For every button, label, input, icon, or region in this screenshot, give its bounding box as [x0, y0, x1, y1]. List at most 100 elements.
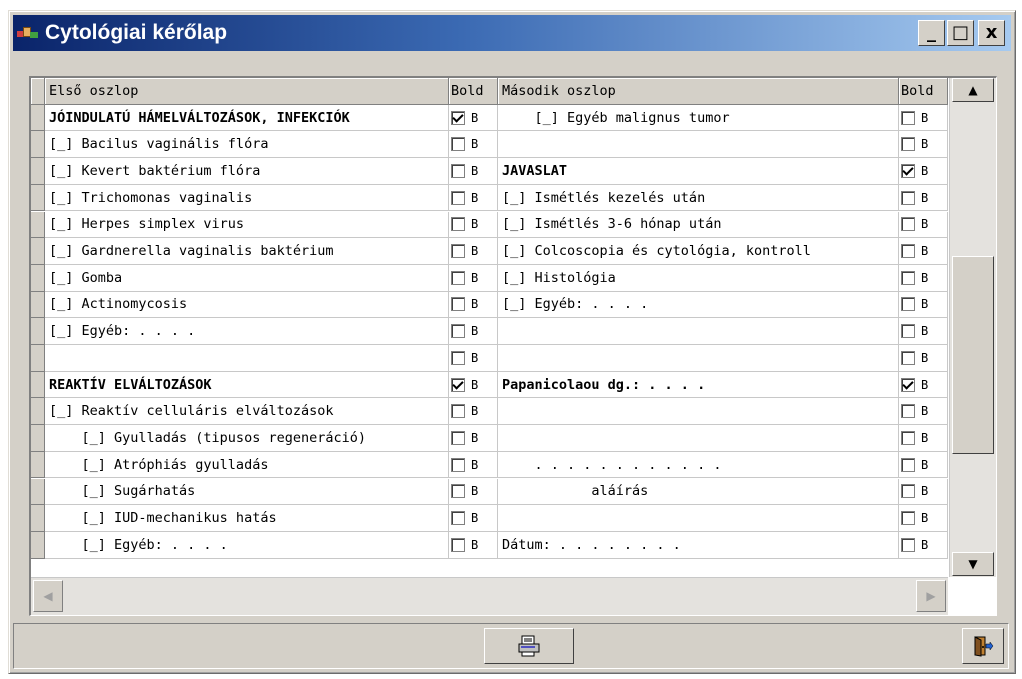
- bold-cell-first[interactable]: B: [449, 264, 498, 292]
- bold-checkbox[interactable]: [901, 163, 915, 178]
- first-column-cell[interactable]: [_] Actinomycosis: [45, 291, 449, 319]
- table-row[interactable]: [_] Atróphiás gyulladás B . . . . . . . .…: [31, 451, 948, 479]
- table-row[interactable]: [_] Sugárhatás B aláírás B: [31, 478, 948, 506]
- bold-cell-first[interactable]: B: [449, 398, 498, 426]
- row-indicator[interactable]: [31, 318, 45, 345]
- bold-checkbox[interactable]: [901, 244, 915, 259]
- row-indicator[interactable]: [31, 291, 45, 319]
- first-column-cell[interactable]: [_] Bacilus vaginális flóra: [45, 131, 449, 159]
- bold-cell-first[interactable]: B: [449, 478, 498, 506]
- table-row[interactable]: [_] Trichomonas vaginalis B [_] Ismétlés k…: [31, 184, 948, 212]
- column-header-first[interactable]: Első oszlop: [45, 78, 449, 105]
- row-indicator[interactable]: [31, 264, 45, 292]
- bold-cell-second[interactable]: B: [899, 291, 948, 319]
- bold-checkbox[interactable]: [901, 537, 915, 552]
- left-arrow-icon[interactable]: ◀: [33, 580, 63, 612]
- bold-cell-first[interactable]: B: [449, 238, 498, 265]
- second-column-cell[interactable]: [498, 318, 899, 345]
- first-column-cell[interactable]: JÓINDULATÚ HÁMELVÁLTOZÁSOK, INFEKCIÓK: [45, 104, 449, 132]
- bold-cell-second[interactable]: B: [899, 478, 948, 506]
- down-arrow-icon[interactable]: ▼: [952, 552, 994, 576]
- bold-checkbox[interactable]: [901, 190, 915, 205]
- row-indicator[interactable]: [31, 131, 45, 159]
- close-button[interactable]: x: [978, 20, 1005, 46]
- column-header-second[interactable]: Második oszlop: [498, 78, 899, 105]
- bold-checkbox[interactable]: [451, 324, 465, 339]
- bold-cell-second[interactable]: B: [899, 211, 948, 239]
- table-row[interactable]: [_] Herpes simplex virus B [_] Ismétlés 3-…: [31, 211, 948, 239]
- table-row[interactable]: [_] Reaktív celluláris elváltozások B B: [31, 398, 948, 426]
- first-column-cell[interactable]: [_] IUD-mechanikus hatás: [45, 505, 449, 532]
- bold-cell-second[interactable]: B: [899, 238, 948, 265]
- second-column-cell[interactable]: [498, 398, 899, 426]
- title-bar[interactable]: Cytológiai kérőlap _ □ x: [13, 15, 1011, 51]
- second-column-cell[interactable]: [_] Histológia: [498, 264, 899, 292]
- bold-checkbox[interactable]: [451, 404, 465, 419]
- row-indicator[interactable]: [31, 184, 45, 212]
- first-column-cell[interactable]: [_] Egyéb: . . . .: [45, 531, 449, 559]
- row-indicator[interactable]: [31, 345, 45, 372]
- second-column-cell[interactable]: JAVASLAT: [498, 158, 899, 185]
- maximize-button[interactable]: □: [947, 20, 974, 46]
- exit-button[interactable]: [962, 628, 1004, 664]
- bold-cell-first[interactable]: B: [449, 505, 498, 532]
- bold-cell-first[interactable]: B: [449, 184, 498, 212]
- bold-checkbox[interactable]: [901, 110, 915, 125]
- first-column-cell[interactable]: [_] Gomba: [45, 264, 449, 292]
- row-indicator[interactable]: [31, 505, 45, 532]
- bold-checkbox[interactable]: [901, 350, 915, 365]
- table-row[interactable]: [_] Egyéb: . . . . B B: [31, 318, 948, 345]
- bold-checkbox[interactable]: [451, 350, 465, 365]
- bold-checkbox[interactable]: [451, 217, 465, 232]
- bold-cell-second[interactable]: B: [899, 531, 948, 559]
- bold-checkbox[interactable]: [901, 511, 915, 526]
- bold-cell-second[interactable]: B: [899, 158, 948, 185]
- up-arrow-icon[interactable]: ▲: [952, 78, 994, 102]
- table-row[interactable]: [_] Gyulladás (tipusos regeneráció) B B: [31, 425, 948, 452]
- bold-cell-first[interactable]: B: [449, 318, 498, 345]
- table-row[interactable]: BB: [31, 345, 948, 372]
- table-row[interactable]: [_] Kevert baktérium flóra B JAVASLAT B: [31, 158, 948, 185]
- bold-checkbox[interactable]: [451, 110, 465, 125]
- bold-cell-first[interactable]: B: [449, 425, 498, 452]
- row-indicator[interactable]: [31, 238, 45, 265]
- print-button[interactable]: [484, 628, 574, 664]
- table-row[interactable]: [_] Actinomycosis B [_] Egyéb: . . . . B: [31, 291, 948, 319]
- first-column-cell[interactable]: [_] Atróphiás gyulladás: [45, 451, 449, 479]
- first-column-cell[interactable]: [_] Herpes simplex virus: [45, 211, 449, 239]
- second-column-cell[interactable]: [_] Ismétlés 3-6 hónap után: [498, 211, 899, 239]
- first-column-cell[interactable]: [_] Sugárhatás: [45, 478, 449, 506]
- second-column-cell[interactable]: [498, 131, 899, 159]
- bold-cell-second[interactable]: B: [899, 318, 948, 345]
- bold-cell-first[interactable]: B: [449, 104, 498, 132]
- bold-cell-first[interactable]: B: [449, 291, 498, 319]
- row-indicator[interactable]: [31, 451, 45, 479]
- bold-cell-first[interactable]: B: [449, 158, 498, 185]
- column-header-bold-1[interactable]: Bold: [449, 78, 498, 105]
- bold-cell-second[interactable]: B: [899, 398, 948, 426]
- first-column-cell[interactable]: [_] Reaktív celluláris elváltozások: [45, 398, 449, 426]
- second-column-cell[interactable]: [498, 505, 899, 532]
- vertical-scrollbar[interactable]: ▲ ▼: [949, 78, 996, 578]
- bold-cell-second[interactable]: B: [899, 131, 948, 159]
- row-indicator[interactable]: [31, 425, 45, 452]
- bold-cell-second[interactable]: B: [899, 425, 948, 452]
- second-column-cell[interactable]: [498, 425, 899, 452]
- bold-cell-first[interactable]: B: [449, 451, 498, 479]
- row-indicator[interactable]: [31, 158, 45, 185]
- bold-checkbox[interactable]: [451, 457, 465, 472]
- bold-checkbox[interactable]: [451, 244, 465, 259]
- second-column-cell[interactable]: [498, 345, 899, 372]
- bold-cell-second[interactable]: B: [899, 184, 948, 212]
- first-column-cell[interactable]: [45, 345, 449, 372]
- right-arrow-icon[interactable]: ▶: [916, 580, 946, 612]
- second-column-cell[interactable]: Dátum: . . . . . . . .: [498, 531, 899, 559]
- table-row[interactable]: [_] Gardnerella vaginalis baktérium B [_] …: [31, 238, 948, 265]
- bold-cell-first[interactable]: B: [449, 211, 498, 239]
- first-column-cell[interactable]: [_] Kevert baktérium flóra: [45, 158, 449, 185]
- bold-checkbox[interactable]: [901, 484, 915, 499]
- row-indicator[interactable]: [31, 211, 45, 239]
- bold-cell-first[interactable]: B: [449, 345, 498, 372]
- bold-checkbox[interactable]: [451, 163, 465, 178]
- bold-checkbox[interactable]: [901, 270, 915, 285]
